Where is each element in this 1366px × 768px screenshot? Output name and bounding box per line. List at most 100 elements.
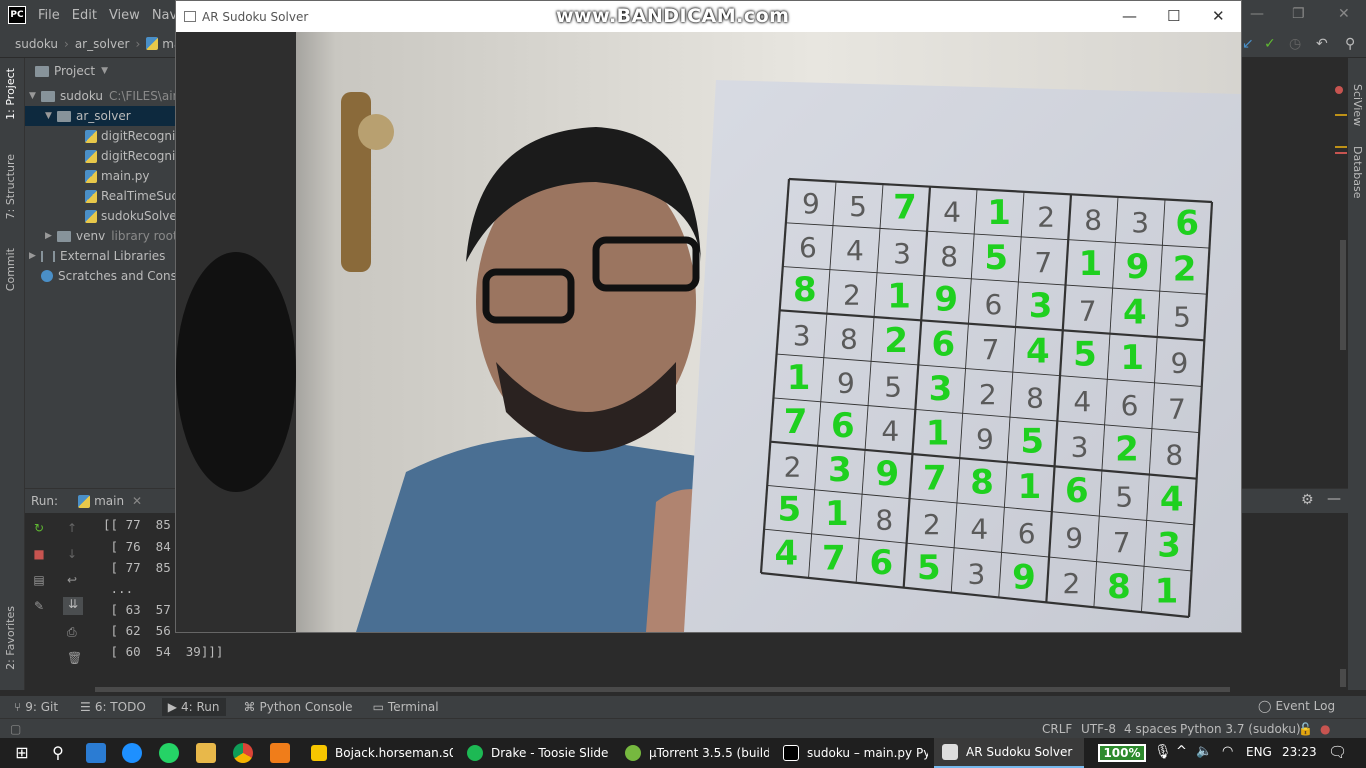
mail-icon[interactable] bbox=[86, 743, 106, 763]
solved-digit: 6 bbox=[870, 543, 894, 583]
tree-item-ar-solver[interactable]: ▼ ar_solver bbox=[25, 106, 185, 126]
warning-marker[interactable] bbox=[1335, 146, 1347, 148]
language-indicator[interactable]: ENG bbox=[1246, 745, 1272, 759]
ide-restore-icon[interactable]: ❐ bbox=[1292, 6, 1305, 22]
tab-database[interactable]: Database bbox=[1351, 146, 1364, 199]
tab-structure[interactable]: 7: Structure bbox=[4, 154, 17, 219]
chevron-right-icon[interactable]: ▶ bbox=[29, 251, 41, 261]
printed-digit: 9 bbox=[837, 367, 855, 400]
tab-todo[interactable]: ☰ 6: TODO bbox=[80, 700, 146, 714]
tree-item-scratches[interactable]: Scratches and Conso bbox=[41, 266, 184, 286]
status-indent[interactable]: 4 spaces bbox=[1124, 722, 1177, 736]
microphone-icon[interactable]: 🎙 bbox=[1154, 744, 1172, 760]
panel-toggle-icon[interactable]: ▢ bbox=[10, 722, 21, 736]
run-config-tab[interactable]: main bbox=[94, 494, 124, 508]
tree-item-file[interactable]: digitRecogniti bbox=[85, 126, 183, 146]
ar-sudoku-window[interactable]: AR Sudoku Solver — ☐ ✕ www.BANDICAM.com bbox=[175, 0, 1242, 633]
taskbar-app-ar-sudoku[interactable]: AR Sudoku Solver bbox=[934, 738, 1084, 768]
clock[interactable]: 23:23 bbox=[1282, 745, 1317, 759]
tree-item-venv[interactable]: ▶ venv library root bbox=[45, 226, 178, 246]
tab-git[interactable]: ⑂ 9: Git bbox=[14, 700, 58, 714]
chevron-up-icon[interactable]: ^ bbox=[1176, 744, 1187, 759]
console-v-scrollbar[interactable] bbox=[1340, 669, 1346, 687]
gear-icon[interactable]: ⚙ bbox=[1301, 492, 1314, 508]
console-h-scrollbar[interactable] bbox=[95, 687, 1230, 692]
tab-git-label: 9: Git bbox=[25, 700, 59, 714]
tab-python-console[interactable]: ⌘ Python Console bbox=[244, 700, 353, 714]
chrome-icon[interactable] bbox=[233, 743, 253, 763]
vcs-commit-icon[interactable]: ✓ bbox=[1264, 36, 1276, 52]
tab-favorites[interactable]: 2: Favorites bbox=[4, 606, 17, 670]
ide-minimize-icon[interactable]: — bbox=[1250, 6, 1264, 22]
windows-start-icon[interactable]: ⊞ bbox=[12, 743, 32, 763]
battery-badge[interactable]: 100% bbox=[1098, 744, 1146, 762]
hide-panel-icon[interactable]: — bbox=[1327, 491, 1341, 507]
rerun-icon[interactable]: ↻ bbox=[31, 521, 47, 537]
taskbar-app-spotify[interactable]: Drake - Toosie Slide bbox=[459, 738, 611, 768]
camera-feed: 9574128366438571928219637453826745191953… bbox=[176, 32, 1241, 632]
tab-sciview[interactable]: SciView bbox=[1351, 84, 1364, 126]
arrow-down-icon[interactable]: ↓ bbox=[67, 547, 83, 561]
inspection-icon[interactable]: ● bbox=[1320, 722, 1330, 736]
error-marker[interactable] bbox=[1335, 152, 1347, 154]
editor-scrollbar[interactable] bbox=[1340, 240, 1346, 350]
chevron-right-icon[interactable]: ▶ bbox=[45, 231, 57, 241]
sublime-text-icon[interactable] bbox=[270, 743, 290, 763]
pin-icon[interactable]: ✎ bbox=[31, 599, 47, 615]
status-line-separator[interactable]: CRLF bbox=[1042, 722, 1072, 736]
soft-wrap-icon[interactable]: ↩ bbox=[67, 573, 83, 587]
rollback-icon[interactable]: ↶ bbox=[1316, 36, 1328, 52]
chevron-down-icon[interactable]: ▼ bbox=[45, 111, 57, 121]
tab-event-log[interactable]: ◯ Event Log bbox=[1258, 699, 1335, 713]
close-icon[interactable]: ✕ bbox=[1212, 7, 1225, 25]
tab-project[interactable]: 1: Project bbox=[4, 68, 17, 120]
tree-item-file[interactable]: RealTimeSudo bbox=[85, 186, 186, 206]
history-icon[interactable]: ◷ bbox=[1289, 36, 1301, 52]
taskbar-app-video[interactable]: Bojack.horseman.s04... bbox=[303, 738, 453, 768]
tree-item-file[interactable]: sudokuSolver. bbox=[85, 206, 184, 226]
edge-icon[interactable] bbox=[122, 743, 142, 763]
arrow-up-icon[interactable]: ↑ bbox=[67, 521, 83, 535]
ide-close-icon[interactable]: ✕ bbox=[1338, 6, 1350, 22]
minimize-icon[interactable]: — bbox=[1122, 7, 1137, 25]
notifications-icon[interactable]: 🗨 bbox=[1328, 743, 1347, 761]
pycharm-logo-icon: PC bbox=[8, 6, 26, 24]
whatsapp-icon[interactable] bbox=[159, 743, 179, 763]
search-icon[interactable]: ⚲ bbox=[48, 743, 68, 763]
breadcrumb-folder[interactable]: ar_solver bbox=[75, 37, 130, 51]
solved-digit: 3 bbox=[1029, 286, 1053, 326]
close-icon[interactable]: ✕ bbox=[132, 494, 142, 508]
chevron-down-icon[interactable]: ▼ bbox=[101, 66, 108, 76]
breadcrumb-project[interactable]: sudoku bbox=[15, 37, 58, 51]
status-encoding[interactable]: UTF-8 bbox=[1081, 722, 1116, 736]
print-icon[interactable]: ⎙ bbox=[67, 625, 83, 640]
tree-item-file[interactable]: main.py bbox=[85, 166, 150, 186]
status-interpreter[interactable]: Python 3.7 (sudoku) bbox=[1180, 722, 1301, 736]
warning-marker[interactable] bbox=[1335, 114, 1347, 116]
tree-item-sudoku[interactable]: ▼ sudoku C:\FILES\ain bbox=[29, 86, 185, 106]
chevron-down-icon[interactable]: ▼ bbox=[29, 91, 41, 101]
maximize-icon[interactable]: ☐ bbox=[1167, 7, 1180, 25]
tab-run[interactable]: ▶ 4: Run bbox=[161, 698, 226, 716]
tree-item-file[interactable]: digitRecogniti bbox=[85, 146, 183, 166]
wifi-icon[interactable]: ◠ bbox=[1222, 744, 1233, 759]
vcs-update-icon[interactable]: ↙ bbox=[1242, 36, 1254, 52]
tree-item-external-libraries[interactable]: ▶ External Libraries bbox=[29, 246, 165, 266]
taskbar-app-utorrent[interactable]: µTorrent 3.5.5 (build ... bbox=[617, 738, 769, 768]
printed-digit: 8 bbox=[940, 240, 958, 273]
taskbar-app-pycharm[interactable]: sudoku – main.py Py... bbox=[775, 738, 928, 768]
project-panel-title[interactable]: Project bbox=[54, 64, 95, 78]
menu-file[interactable]: File bbox=[38, 8, 60, 23]
trash-icon[interactable]: 🗑 bbox=[67, 651, 83, 665]
file-explorer-icon[interactable] bbox=[196, 743, 216, 763]
tab-commit[interactable]: Commit bbox=[4, 248, 17, 291]
menu-edit[interactable]: Edit bbox=[72, 8, 97, 23]
tab-terminal[interactable]: ▭ Terminal bbox=[373, 700, 439, 714]
layout-icon[interactable]: ▤ bbox=[31, 573, 47, 589]
search-icon[interactable]: ⚲ bbox=[1345, 36, 1355, 52]
volume-icon[interactable]: 🔈 bbox=[1196, 744, 1212, 759]
lock-icon[interactable]: 🔓 bbox=[1298, 722, 1313, 736]
stop-icon[interactable]: ■ bbox=[31, 547, 47, 563]
menu-view[interactable]: View bbox=[109, 8, 140, 23]
scroll-to-end-icon[interactable]: ⇊ bbox=[63, 597, 83, 615]
